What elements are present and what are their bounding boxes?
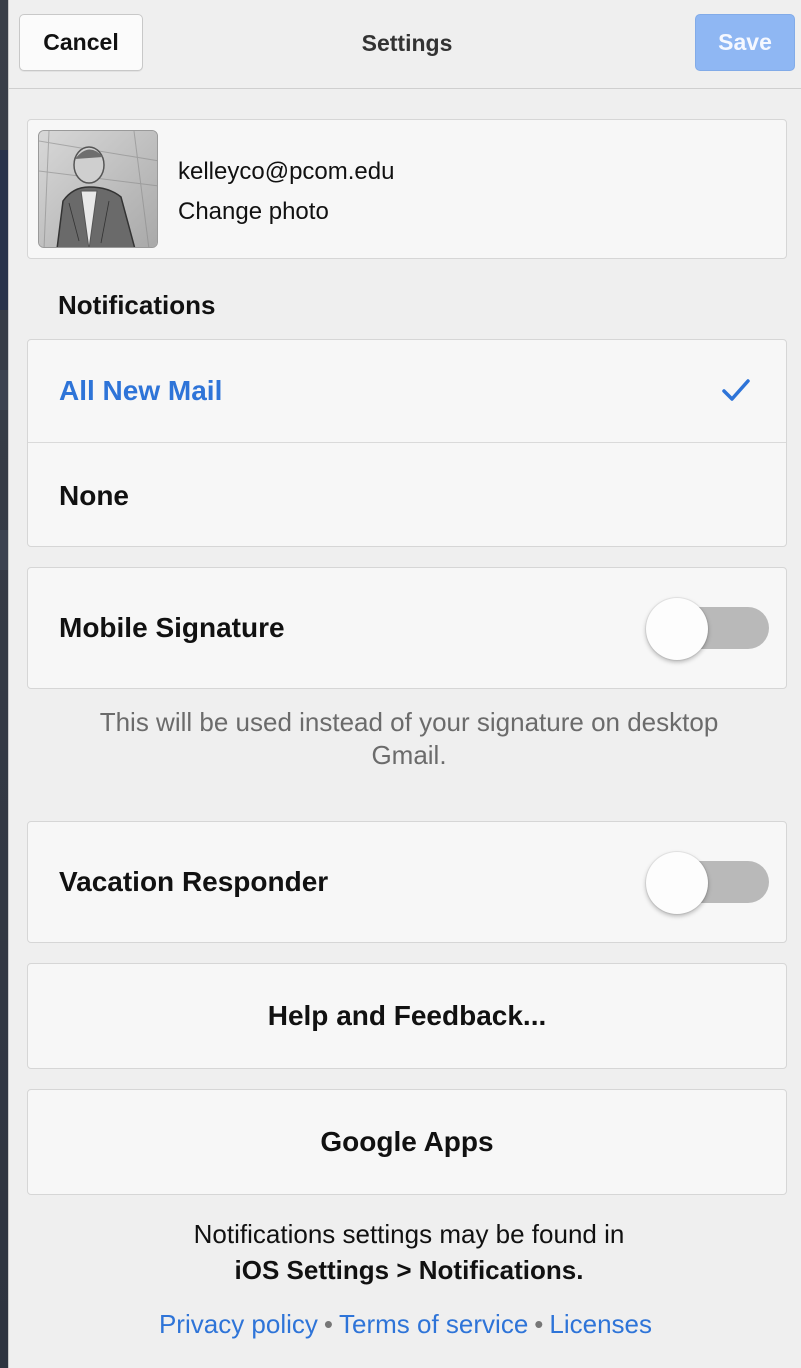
licenses-link[interactable]: Licenses (549, 1309, 652, 1339)
terms-of-service-link[interactable]: Terms of service (339, 1309, 528, 1339)
mobile-signature-card: Mobile Signature (27, 567, 787, 689)
mobile-signature-label: Mobile Signature (59, 612, 285, 643)
notification-option-none[interactable]: None (28, 444, 786, 547)
footer-links: Privacy policy • Terms of service • Licenses (9, 1309, 801, 1340)
link-separator: • (534, 1309, 544, 1339)
top-bar: Cancel Settings Save (9, 0, 801, 89)
toggle-knob (646, 852, 708, 914)
mobile-signature-toggle[interactable] (646, 598, 769, 660)
footer-note: Notifications settings may be found in i… (69, 1216, 749, 1288)
vacation-responder-label: Vacation Responder (59, 866, 329, 897)
toggle-knob (646, 598, 708, 660)
account-card: kelleyco@pcom.edu Change photo (27, 119, 787, 259)
avatar[interactable] (38, 130, 158, 248)
notifications-card: All New Mail None (27, 339, 787, 547)
notification-option-label: All New Mail (59, 375, 223, 406)
notification-option-all-new-mail[interactable]: All New Mail (28, 340, 786, 443)
help-feedback-button[interactable]: Help and Feedback... (27, 963, 787, 1069)
checkmark-icon (722, 379, 750, 401)
mobile-signature-hint: This will be used instead of your signat… (99, 707, 719, 770)
privacy-policy-link[interactable]: Privacy policy (159, 1309, 318, 1339)
google-apps-button[interactable]: Google Apps (27, 1089, 787, 1195)
notification-option-label: None (59, 479, 129, 511)
vacation-responder-toggle[interactable] (646, 852, 769, 914)
page-title: Settings (361, 30, 453, 56)
cancel-button[interactable]: Cancel (19, 14, 143, 71)
settings-sheet: Cancel Settings Save kelleyco@pcom.edu C… (8, 0, 801, 1368)
notifications-section-label: Notifications (58, 290, 216, 320)
profile-photo-sketch-icon (39, 131, 157, 247)
change-photo-link[interactable]: Change photo (178, 198, 329, 226)
footer-note-line1: Notifications settings may be found in (193, 1219, 625, 1249)
account-email: kelleyco@pcom.edu (178, 158, 395, 185)
vacation-responder-card: Vacation Responder (27, 821, 787, 943)
link-separator: • (323, 1309, 334, 1339)
save-button[interactable]: Save (695, 14, 795, 71)
footer-note-line2: iOS Settings > Notifications. (234, 1255, 584, 1285)
